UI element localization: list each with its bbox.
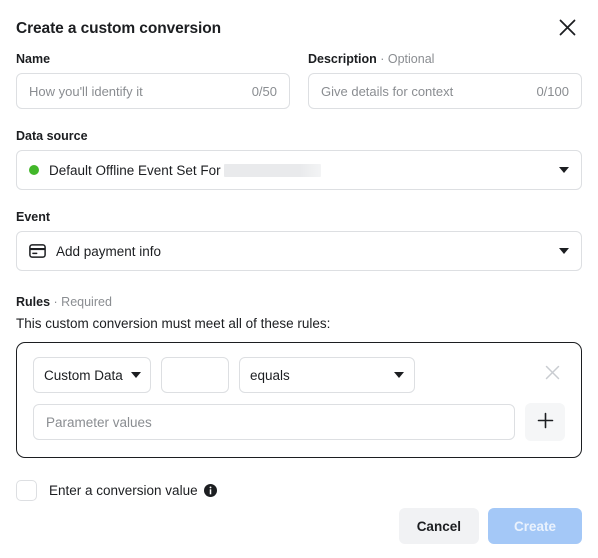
conversion-value-row: Enter a conversion value	[16, 480, 582, 501]
redacted-account-name	[223, 163, 321, 177]
conversion-value-label: Enter a conversion value	[49, 483, 198, 498]
description-input[interactable]: Give details for context 0/100	[308, 73, 582, 109]
close-icon	[559, 19, 576, 39]
event-value-wrap: Add payment info	[29, 244, 551, 259]
rule-row: Custom Data equals	[33, 357, 565, 393]
rule-field-select-value: Custom Data	[44, 367, 123, 383]
description-input-placeholder: Give details for context	[321, 83, 454, 99]
parameter-values-input[interactable]: Parameter values	[33, 404, 515, 440]
rules-section: Rules · Required This custom conversion …	[16, 295, 582, 458]
info-icon[interactable]	[203, 484, 217, 497]
event-group: Event Add payment info	[16, 210, 582, 271]
description-char-counter: 0/100	[536, 83, 569, 99]
description-field-group: Description · Optional Give details for …	[308, 52, 582, 109]
event-select[interactable]: Add payment info	[16, 231, 582, 271]
description-label: Description · Optional	[308, 52, 582, 66]
rule-parameter-name-input[interactable]	[161, 357, 229, 393]
chevron-down-icon	[559, 167, 569, 173]
rules-required-tag: · Required	[53, 295, 112, 309]
dialog-title: Create a custom conversion	[16, 20, 222, 37]
dialog-footer: Cancel Create	[398, 508, 582, 544]
create-custom-conversion-dialog: Create a custom conversion Name How you'…	[0, 0, 598, 558]
add-rule-button[interactable]	[525, 403, 565, 441]
remove-rule-button[interactable]	[539, 362, 565, 388]
dialog-header: Create a custom conversion	[16, 0, 582, 48]
name-input[interactable]: How you'll identify it 0/50	[16, 73, 290, 109]
credit-card-icon	[29, 244, 46, 258]
rules-description: This custom conversion must meet all of …	[16, 316, 331, 331]
rule-operator-select[interactable]: equals	[239, 357, 415, 393]
parameter-values-placeholder: Parameter values	[46, 414, 152, 430]
chevron-down-icon	[394, 372, 404, 378]
name-label: Name	[16, 52, 51, 66]
data-source-value-wrap: Default Offline Event Set For	[29, 163, 551, 178]
data-source-value: Default Offline Event Set For	[49, 162, 221, 178]
event-label: Event	[16, 210, 51, 224]
green-status-dot-icon	[29, 165, 39, 175]
cancel-button[interactable]: Cancel	[398, 508, 479, 544]
close-icon	[545, 365, 560, 385]
conversion-value-checkbox[interactable]	[16, 480, 37, 501]
name-char-counter: 0/50	[251, 83, 277, 99]
name-description-row: Name How you'll identify it 0/50 Descrip…	[16, 52, 582, 109]
data-source-label: Data source	[16, 129, 88, 143]
description-label-text: Description	[308, 52, 377, 66]
name-input-placeholder: How you'll identify it	[29, 83, 143, 99]
rules-card: Custom Data equals Parameter values	[16, 342, 582, 458]
description-optional-tag: · Optional	[380, 52, 435, 66]
rule-operator-select-value: equals	[250, 367, 290, 383]
data-source-group: Data source Default Offline Event Set Fo…	[16, 129, 582, 190]
rule-values-row: Parameter values	[33, 403, 565, 441]
plus-icon	[537, 412, 554, 432]
name-field-group: Name How you'll identify it 0/50	[16, 52, 290, 109]
event-value: Add payment info	[56, 243, 162, 259]
chevron-down-icon	[559, 248, 569, 254]
close-dialog-button[interactable]	[554, 16, 580, 42]
rule-field-select[interactable]: Custom Data	[33, 357, 151, 393]
chevron-down-icon	[130, 372, 141, 378]
data-source-select[interactable]: Default Offline Event Set For	[16, 150, 582, 190]
rules-label: Rules · Required	[16, 295, 582, 309]
create-button[interactable]: Create	[487, 508, 582, 544]
rules-label-text: Rules	[16, 295, 51, 309]
